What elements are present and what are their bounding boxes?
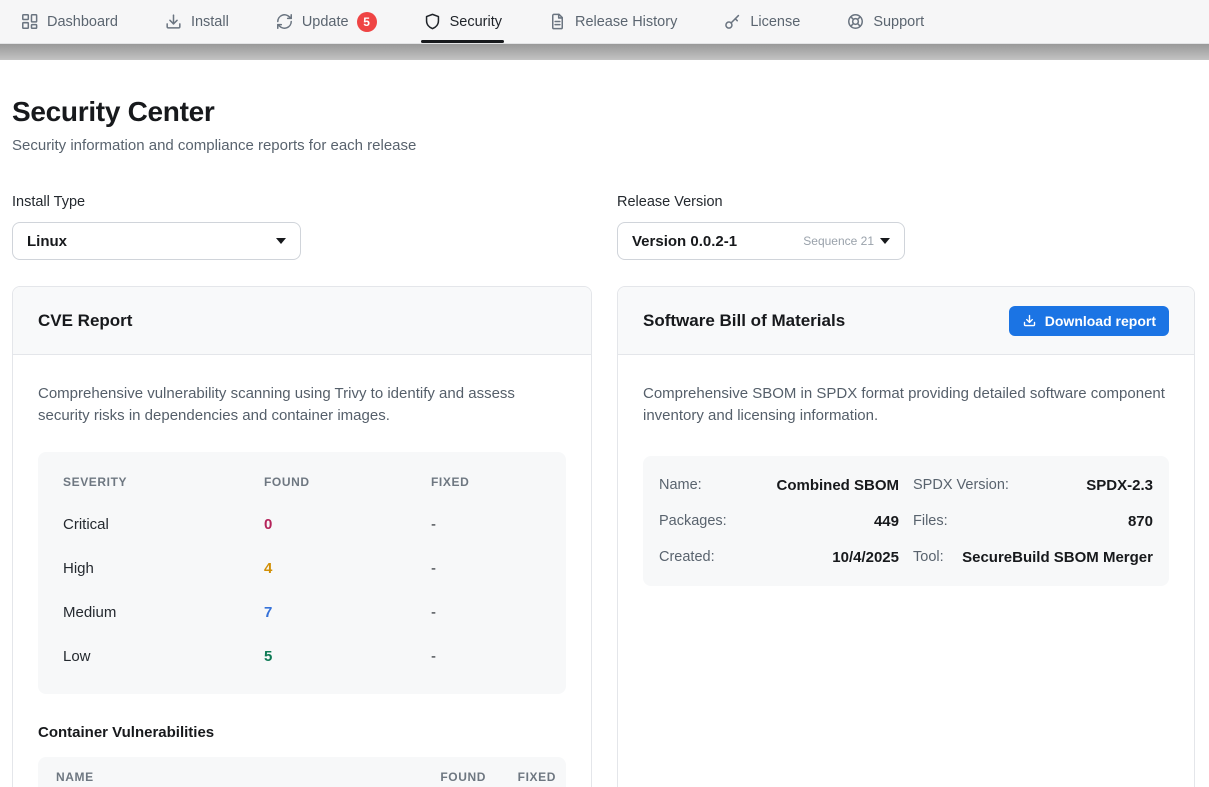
cve-card-title: CVE Report bbox=[38, 311, 132, 331]
table-row-high: High 4 - bbox=[38, 546, 566, 590]
nav-item-label: Update bbox=[302, 14, 349, 30]
severity-name: Low bbox=[63, 648, 264, 665]
document-icon bbox=[548, 12, 567, 31]
refresh-icon bbox=[275, 12, 294, 31]
severity-column-header: SEVERITY bbox=[63, 475, 264, 489]
download-report-label: Download report bbox=[1045, 313, 1156, 329]
nav-item-update[interactable]: Update 5 bbox=[275, 0, 377, 43]
download-report-button[interactable]: Download report bbox=[1009, 306, 1169, 336]
chevron-down-icon bbox=[880, 238, 890, 244]
sbom-detail-files: Files: 870 bbox=[913, 503, 1153, 539]
detail-label: Name: bbox=[659, 477, 702, 493]
severity-table-header: SEVERITY FOUND FIXED bbox=[38, 462, 566, 502]
page-title: Security Center bbox=[12, 96, 1195, 128]
found-count: 7 bbox=[264, 604, 431, 621]
detail-value: 10/4/2025 bbox=[832, 549, 899, 566]
container-table-header: NAME FOUND FIXED bbox=[38, 757, 566, 787]
sequence-label: Sequence 21 bbox=[803, 234, 874, 248]
cve-description: Comprehensive vulnerability scanning usi… bbox=[38, 383, 566, 426]
sbom-description: Comprehensive SBOM in SPDX format provid… bbox=[643, 383, 1169, 426]
found-column-header: FOUND bbox=[398, 770, 486, 784]
detail-label: Created: bbox=[659, 549, 715, 565]
detail-label: Files: bbox=[913, 513, 948, 529]
nav-item-label: Support bbox=[873, 14, 924, 30]
update-count-badge: 5 bbox=[357, 12, 377, 32]
severity-name: High bbox=[63, 560, 264, 577]
fixed-count: - bbox=[431, 516, 566, 533]
install-type-value: Linux bbox=[27, 233, 67, 250]
detail-value: Combined SBOM bbox=[777, 477, 900, 494]
nav-item-security[interactable]: Security bbox=[423, 0, 502, 43]
chevron-down-icon bbox=[276, 238, 286, 244]
found-count: 5 bbox=[264, 648, 431, 665]
sbom-detail-packages: Packages: 449 bbox=[659, 503, 899, 539]
top-navigation: Dashboard Install Update 5 Security Rele… bbox=[0, 0, 1209, 44]
report-cards-row: CVE Report Comprehensive vulnerability s… bbox=[12, 286, 1195, 787]
sbom-detail-name: Name: Combined SBOM bbox=[659, 467, 899, 503]
install-type-label: Install Type bbox=[12, 194, 592, 210]
severity-name: Critical bbox=[63, 516, 264, 533]
detail-label: Packages: bbox=[659, 513, 727, 529]
key-icon bbox=[723, 12, 742, 31]
detail-label: SPDX Version: bbox=[913, 477, 1009, 493]
nav-item-license[interactable]: License bbox=[723, 0, 800, 43]
nav-item-support[interactable]: Support bbox=[846, 0, 924, 43]
nav-item-label: License bbox=[750, 14, 800, 30]
detail-label: Tool: bbox=[913, 549, 944, 565]
nav-item-label: Security bbox=[450, 14, 502, 30]
cve-report-card: CVE Report Comprehensive vulnerability s… bbox=[12, 286, 592, 787]
nav-item-label: Dashboard bbox=[47, 14, 118, 30]
sbom-card-title: Software Bill of Materials bbox=[643, 311, 845, 331]
install-type-select[interactable]: Linux bbox=[12, 222, 301, 260]
sbom-detail-spdx-version: SPDX Version: SPDX-2.3 bbox=[913, 467, 1153, 503]
nav-item-label: Release History bbox=[575, 14, 677, 30]
fixed-column-header: FIXED bbox=[486, 770, 556, 784]
found-count: 0 bbox=[264, 516, 431, 533]
severity-name: Medium bbox=[63, 604, 264, 621]
fixed-count: - bbox=[431, 648, 566, 665]
detail-value: SPDX-2.3 bbox=[1086, 477, 1153, 494]
nav-item-dashboard[interactable]: Dashboard bbox=[20, 0, 118, 43]
table-row-critical: Critical 0 - bbox=[38, 502, 566, 546]
cve-card-header: CVE Report bbox=[13, 287, 591, 355]
container-vulnerabilities-table: NAME FOUND FIXED bbox=[38, 757, 566, 787]
detail-value: SecureBuild SBOM Merger bbox=[962, 549, 1153, 566]
nav-item-label: Install bbox=[191, 14, 229, 30]
fixed-column-header: FIXED bbox=[431, 475, 566, 489]
sbom-card-header: Software Bill of Materials Download repo… bbox=[618, 287, 1194, 355]
page-top-shadow bbox=[0, 44, 1209, 60]
container-vulnerabilities-title: Container Vulnerabilities bbox=[38, 724, 566, 741]
release-version-value: Version 0.0.2-1 bbox=[632, 233, 737, 250]
sbom-details-panel: Name: Combined SBOM SPDX Version: SPDX-2… bbox=[643, 456, 1169, 586]
sbom-detail-created: Created: 10/4/2025 bbox=[659, 539, 899, 575]
found-count: 4 bbox=[264, 560, 431, 577]
fixed-count: - bbox=[431, 560, 566, 577]
name-column-header: NAME bbox=[56, 770, 398, 784]
nav-item-install[interactable]: Install bbox=[164, 0, 229, 43]
sbom-card-body: Comprehensive SBOM in SPDX format provid… bbox=[618, 355, 1194, 787]
download-icon bbox=[164, 12, 183, 31]
detail-value: 449 bbox=[874, 513, 899, 530]
page-subtitle: Security information and compliance repo… bbox=[12, 137, 1195, 154]
table-row-medium: Medium 7 - bbox=[38, 590, 566, 634]
sbom-detail-tool: Tool: SecureBuild SBOM Merger bbox=[913, 539, 1153, 575]
detail-value: 870 bbox=[1128, 513, 1153, 530]
table-row-low: Low 5 - bbox=[38, 634, 566, 678]
shield-icon bbox=[423, 12, 442, 31]
dashboard-icon bbox=[20, 12, 39, 31]
found-column-header: FOUND bbox=[264, 475, 431, 489]
release-version-label: Release Version bbox=[617, 194, 1195, 210]
filters-row: Install Type Linux Release Version Versi… bbox=[12, 194, 1195, 260]
nav-item-release-history[interactable]: Release History bbox=[548, 0, 677, 43]
severity-table: SEVERITY FOUND FIXED Critical 0 - High 4… bbox=[38, 452, 566, 694]
download-icon bbox=[1022, 313, 1037, 328]
security-center-page: Security Center Security information and… bbox=[0, 60, 1209, 787]
lifebuoy-icon bbox=[846, 12, 865, 31]
sbom-card: Software Bill of Materials Download repo… bbox=[617, 286, 1195, 787]
cve-card-body: Comprehensive vulnerability scanning usi… bbox=[13, 355, 591, 787]
fixed-count: - bbox=[431, 604, 566, 621]
release-version-select[interactable]: Version 0.0.2-1 Sequence 21 bbox=[617, 222, 905, 260]
